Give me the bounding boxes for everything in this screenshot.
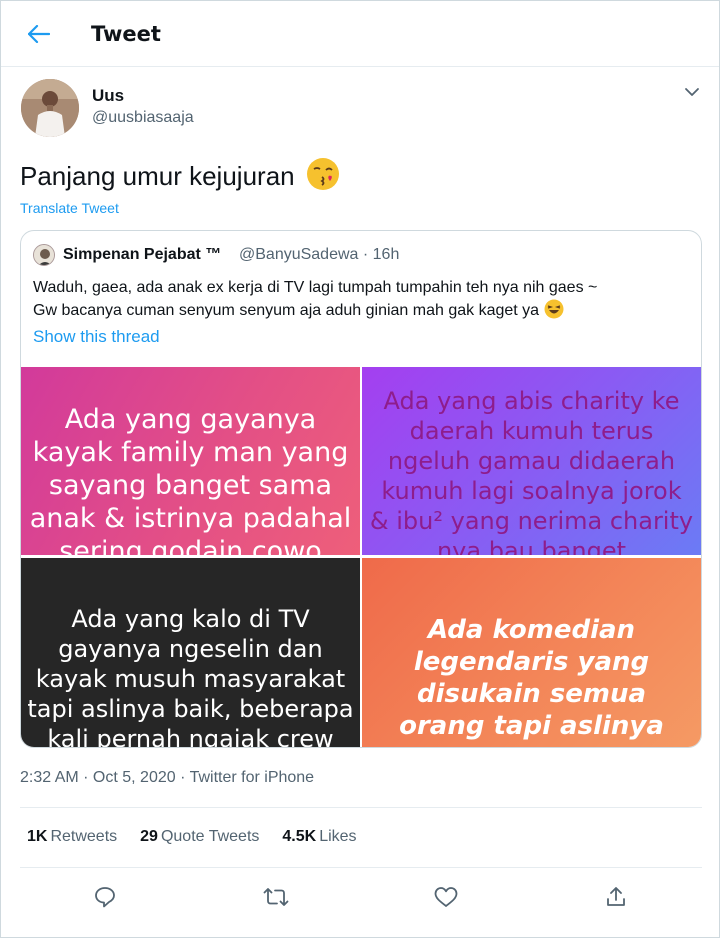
media-image-3[interactable]: Ada yang kalo di TV gayanya ngeselin dan… bbox=[21, 558, 360, 748]
retweets-stat[interactable]: 1K Retweets bbox=[27, 828, 117, 846]
author-handle[interactable]: @uusbiasaaja bbox=[92, 109, 194, 127]
more-options-button[interactable] bbox=[681, 83, 705, 103]
tweet-text: Panjang umur kejujuran bbox=[20, 157, 340, 192]
like-icon bbox=[434, 887, 458, 907]
quoted-avatar-image bbox=[34, 245, 54, 265]
media-image-1-text: Ada yang gayanya kayak family man yang s… bbox=[29, 404, 352, 555]
quoted-avatar[interactable] bbox=[33, 244, 55, 266]
retweet-button[interactable] bbox=[262, 883, 290, 911]
likes-label: Likes bbox=[319, 828, 357, 845]
author-name[interactable]: Uus bbox=[92, 86, 124, 106]
quoted-tweet[interactable]: Simpenan Pejabat ™ @BanyuSadewa · 16h Wa… bbox=[20, 230, 702, 748]
share-button[interactable] bbox=[602, 883, 630, 911]
media-image-3-text: Ada yang kalo di TV gayanya ngeselin dan… bbox=[27, 605, 354, 748]
avatar-image bbox=[21, 79, 79, 137]
laughing-face-emoji-icon bbox=[544, 299, 564, 319]
kissing-face-emoji-icon bbox=[306, 158, 339, 190]
quoted-text-line-1: Waduh, gaea, ada anak ex kerja di TV lag… bbox=[33, 279, 598, 296]
engagement-stats: 1K Retweets 29 Quote Tweets 4.5K Likes bbox=[27, 828, 357, 846]
tweet-text-content: Panjang umur kejujuran bbox=[20, 161, 295, 191]
header-bar: Tweet bbox=[1, 1, 719, 67]
tweet-metadata: 2:32 AM · Oct 5, 2020 · Twitter for iPho… bbox=[20, 769, 314, 787]
quoted-text-line-2: Gw bacanya cuman senyum senyum aja aduh … bbox=[33, 302, 540, 319]
quoted-text-line-2-wrap: Gw bacanya cuman senyum senyum aja aduh … bbox=[33, 299, 693, 322]
show-thread-link[interactable]: Show this thread bbox=[33, 327, 160, 347]
tweet-source-link[interactable]: Twitter for iPhone bbox=[190, 769, 315, 786]
quoted-author-handle-time: @BanyuSadewa · 16h bbox=[239, 246, 400, 263]
likes-stat[interactable]: 4.5K Likes bbox=[282, 828, 356, 846]
avatar[interactable] bbox=[21, 79, 79, 137]
media-image-4-text: Ada komedian legendaris yang disukain se… bbox=[399, 615, 664, 741]
media-image-1[interactable]: Ada yang gayanya kayak family man yang s… bbox=[21, 367, 360, 555]
retweet-icon bbox=[263, 888, 289, 906]
likes-count: 4.5K bbox=[282, 828, 317, 845]
tweet-timestamp[interactable]: 2:32 AM · Oct 5, 2020 · bbox=[20, 769, 190, 786]
quote-tweets-count: 29 bbox=[140, 828, 158, 845]
media-image-4[interactable]: Ada komedian legendaris yang disukain se… bbox=[362, 558, 701, 747]
chevron-down-icon bbox=[685, 88, 699, 96]
quote-tweets-stat[interactable]: 29 Quote Tweets bbox=[140, 828, 259, 846]
divider bbox=[20, 867, 702, 868]
quote-tweets-label: Quote Tweets bbox=[160, 828, 260, 845]
reply-button[interactable] bbox=[91, 883, 119, 911]
action-bar bbox=[1, 877, 719, 917]
share-icon bbox=[607, 887, 625, 906]
translate-tweet-link[interactable]: Translate Tweet bbox=[20, 200, 119, 216]
quoted-author-name[interactable]: Simpenan Pejabat ™ bbox=[63, 246, 221, 264]
quoted-tweet-text: Waduh, gaea, ada anak ex kerja di TV lag… bbox=[33, 276, 693, 322]
reply-icon bbox=[95, 887, 115, 908]
retweets-label: Retweets bbox=[50, 828, 118, 845]
media-grid: Ada yang gayanya kayak family man yang s… bbox=[21, 367, 701, 748]
retweets-count: 1K bbox=[27, 828, 48, 845]
back-button[interactable] bbox=[23, 19, 55, 49]
media-image-2[interactable]: Ada yang abis charity ke daerah kumuh te… bbox=[362, 367, 701, 555]
page-title: Tweet bbox=[91, 22, 161, 46]
back-arrow-icon bbox=[28, 25, 50, 43]
media-image-2-text: Ada yang abis charity ke daerah kumuh te… bbox=[369, 387, 694, 555]
divider bbox=[20, 807, 702, 808]
like-button[interactable] bbox=[432, 883, 460, 911]
